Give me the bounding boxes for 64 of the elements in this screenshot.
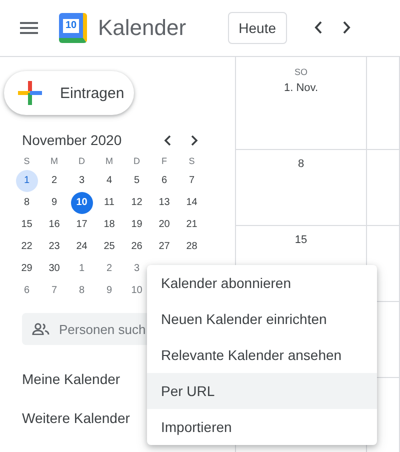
create-button[interactable]: Eintragen [4, 71, 134, 115]
day-number[interactable]: 4 [98, 170, 120, 192]
weekday-label: F [160, 155, 168, 168]
day-number[interactable]: 7 [43, 280, 66, 302]
date-label: 15 [294, 234, 308, 246]
weekday-label: D [132, 155, 141, 168]
day-number[interactable]: 10 [126, 280, 148, 302]
day-number[interactable]: 6 [16, 280, 38, 302]
day-number[interactable]: 26 [126, 236, 148, 258]
day-number[interactable]: 22 [16, 236, 38, 258]
previous-icon[interactable] [314, 21, 322, 34]
day-number[interactable]: 7 [180, 170, 203, 192]
today-button[interactable]: Heute [228, 12, 287, 44]
day-number[interactable]: 9 [43, 192, 66, 214]
day-number[interactable]: 27 [153, 236, 176, 258]
day-number[interactable]: 10 [70, 192, 93, 214]
day-number[interactable]: 23 [43, 236, 66, 258]
day-number[interactable]: 15 [16, 214, 38, 236]
menu-item[interactable]: Kalender abonnieren [147, 265, 377, 301]
day-number[interactable]: 18 [98, 214, 120, 236]
weekday-label: SO [294, 67, 308, 77]
calendar-logo: 10 [59, 13, 87, 43]
next-icon[interactable] [191, 134, 198, 146]
menu-item[interactable]: Importieren [147, 409, 377, 445]
date-label: 1. Nov. [284, 82, 318, 94]
day-number[interactable]: 6 [153, 170, 176, 192]
day-number[interactable]: 21 [180, 214, 203, 236]
menu-icon[interactable] [20, 22, 38, 34]
weekday-label: M [50, 155, 59, 168]
day-number[interactable]: 8 [70, 280, 93, 302]
day-number[interactable]: 8 [16, 192, 38, 214]
weekday-label: S [22, 155, 31, 168]
day-number[interactable]: 3 [126, 258, 148, 280]
day-number[interactable]: 11 [98, 192, 120, 214]
menu-item[interactable]: Per URL [147, 373, 377, 409]
weekday-label: D [78, 155, 86, 168]
day-number[interactable]: 19 [126, 214, 148, 236]
day-number[interactable]: 1 [16, 170, 38, 192]
day-number[interactable]: 13 [153, 192, 176, 214]
day-number[interactable]: 14 [180, 192, 203, 214]
weekday-label: M [104, 155, 114, 168]
day-number[interactable]: 5 [126, 170, 148, 192]
weekday-label: S [188, 155, 196, 168]
day-number[interactable]: 20 [153, 214, 176, 236]
day-number[interactable]: 25 [98, 236, 120, 258]
day-number[interactable]: 28 [180, 236, 203, 258]
date-label: 8 [298, 158, 304, 170]
day-number[interactable]: 17 [70, 214, 93, 236]
plus-icon [18, 81, 42, 105]
month-title: November 2020 [22, 132, 123, 148]
day-number[interactable]: 30 [43, 258, 66, 280]
day-number[interactable]: 29 [16, 258, 38, 280]
next-icon[interactable] [343, 21, 351, 34]
day-number[interactable]: 2 [43, 170, 66, 192]
day-number[interactable]: 1 [70, 258, 93, 280]
day-number[interactable]: 2 [98, 258, 120, 280]
day-number[interactable]: 12 [126, 192, 148, 214]
day-number[interactable]: 16 [43, 214, 66, 236]
app-name: Kalender [98, 15, 186, 41]
day-number[interactable]: 24 [70, 236, 93, 258]
people-icon [32, 323, 50, 335]
day-number[interactable]: 3 [70, 170, 93, 192]
previous-icon[interactable] [164, 134, 171, 146]
day-number[interactable]: 9 [98, 280, 120, 302]
